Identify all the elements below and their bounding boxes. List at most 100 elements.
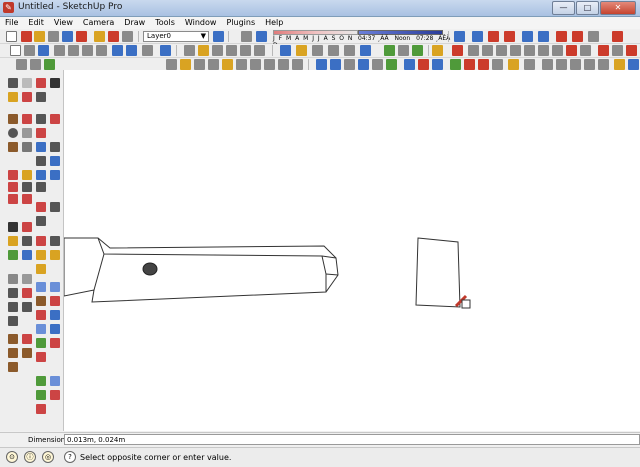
tool-icon[interactable] (8, 288, 18, 298)
layer-manager-icon[interactable] (213, 31, 224, 42)
tool-icon[interactable] (598, 45, 609, 56)
tool-icon[interactable] (556, 59, 567, 70)
drawing-canvas[interactable] (63, 70, 640, 431)
tool-icon[interactable] (22, 274, 32, 284)
tool-icon[interactable] (432, 59, 443, 70)
help-icon[interactable]: ? (64, 451, 76, 463)
tool-icon[interactable] (198, 45, 209, 56)
geo-location-icon[interactable]: ⊙ (6, 451, 18, 463)
tool-icon[interactable] (184, 45, 195, 56)
tool-icon[interactable] (404, 59, 415, 70)
shadow-settings-icon[interactable] (241, 31, 252, 42)
tool-icon[interactable] (50, 250, 60, 260)
tool-icon[interactable] (454, 31, 465, 42)
tool-icon[interactable] (36, 338, 46, 348)
rectangle-in-progress[interactable] (415, 237, 461, 308)
tape-measure-icon[interactable] (36, 202, 46, 212)
tool-icon[interactable] (580, 45, 591, 56)
model-info-icon[interactable] (160, 45, 171, 56)
tool-icon[interactable] (8, 316, 18, 326)
tool-icon[interactable] (418, 59, 429, 70)
tool-icon[interactable] (50, 236, 60, 246)
tool-icon[interactable] (22, 348, 32, 358)
tool-icon[interactable] (166, 59, 177, 70)
tool-icon[interactable] (8, 362, 18, 372)
look-around-icon[interactable] (22, 222, 32, 232)
tool-icon[interactable] (30, 59, 41, 70)
previous-view-icon[interactable] (50, 170, 60, 180)
tool-icon[interactable] (598, 59, 609, 70)
beam-shape[interactable] (63, 237, 339, 303)
tool-icon[interactable] (344, 59, 355, 70)
follow-me-icon[interactable] (8, 170, 18, 180)
tool-icon[interactable] (36, 92, 46, 102)
tool-icon[interactable] (492, 59, 503, 70)
tool-icon[interactable] (626, 45, 637, 56)
tool-icon[interactable] (464, 59, 475, 70)
tool-icon[interactable] (328, 45, 339, 56)
tool-icon[interactable] (36, 250, 46, 260)
display-shadows-icon[interactable] (256, 31, 267, 42)
tool-icon[interactable] (452, 45, 463, 56)
tool-icon[interactable] (194, 59, 205, 70)
tool-icon[interactable] (386, 59, 397, 70)
tool-icon[interactable] (212, 45, 223, 56)
tool-icon[interactable] (16, 59, 27, 70)
tool-icon[interactable] (36, 376, 46, 386)
tool-icon[interactable] (22, 194, 32, 204)
close-button[interactable]: ✕ (600, 1, 636, 15)
move-icon[interactable] (50, 114, 60, 124)
tool-icon[interactable] (566, 45, 577, 56)
paint-icon[interactable] (8, 92, 18, 102)
tool-icon[interactable] (36, 282, 46, 292)
tool-icon[interactable] (588, 31, 599, 42)
erase-icon[interactable] (96, 45, 107, 56)
model-view[interactable] (63, 70, 640, 431)
tool-icon[interactable] (254, 45, 265, 56)
tool-icon[interactable] (48, 31, 59, 42)
orbit-icon[interactable] (36, 142, 46, 152)
tool-icon[interactable] (8, 194, 18, 204)
protractor-icon[interactable] (36, 216, 46, 226)
arc-icon[interactable] (22, 128, 32, 138)
tool-icon[interactable] (94, 31, 105, 42)
tool-icon[interactable] (556, 31, 567, 42)
tool-icon[interactable] (468, 45, 479, 56)
tool-icon[interactable] (278, 59, 289, 70)
tool-icon[interactable] (344, 45, 355, 56)
tool-icon[interactable] (122, 31, 133, 42)
menu-view[interactable]: View (49, 17, 78, 29)
rectangle-icon[interactable] (8, 114, 18, 124)
tool-icon[interactable] (22, 182, 32, 192)
menu-window[interactable]: Window (180, 17, 222, 29)
tool-icon[interactable] (264, 59, 275, 70)
pan-icon[interactable] (50, 142, 60, 152)
tool-icon[interactable] (36, 182, 46, 192)
cut-icon[interactable] (54, 45, 65, 56)
tool-icon[interactable] (208, 59, 219, 70)
tool-icon[interactable] (22, 250, 32, 260)
tool-icon[interactable] (50, 376, 60, 386)
new-file-icon[interactable] (10, 45, 21, 56)
open-file-icon[interactable] (24, 45, 35, 56)
measurements-input[interactable]: 0.013m, 0.024m (64, 434, 640, 445)
tool-icon[interactable] (542, 59, 553, 70)
zoom-icon[interactable] (36, 156, 46, 166)
tool-icon[interactable] (384, 45, 395, 56)
tool-icon[interactable] (222, 59, 233, 70)
tool-icon[interactable] (482, 45, 493, 56)
tool-icon[interactable] (180, 59, 191, 70)
tool-icon[interactable] (412, 45, 423, 56)
scale-icon[interactable] (22, 170, 32, 180)
maximize-button[interactable]: □ (576, 1, 599, 15)
tool-icon[interactable] (488, 31, 499, 42)
tool-icon[interactable] (312, 45, 323, 56)
tool-icon[interactable] (432, 45, 443, 56)
tool-icon[interactable] (280, 45, 291, 56)
menu-plugins[interactable]: Plugins (221, 17, 260, 29)
layer-select[interactable]: Layer0 ▼ (143, 31, 209, 42)
credits-icon[interactable]: ⓘ (24, 451, 36, 463)
zoom-window-icon[interactable] (50, 156, 60, 166)
tool-icon[interactable] (330, 59, 341, 70)
tool-icon[interactable] (36, 404, 46, 414)
